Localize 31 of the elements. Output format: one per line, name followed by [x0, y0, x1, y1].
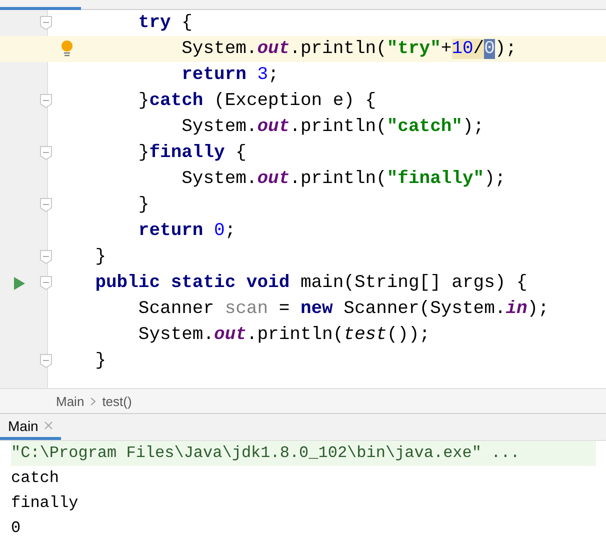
code-text: Scanner scan = new Scanner(System.in);: [137, 299, 549, 319]
fold-icon[interactable]: [40, 250, 52, 264]
console-output: finally: [11, 493, 80, 514]
code-text: }: [137, 195, 150, 215]
code-text: return 0;: [137, 221, 236, 241]
code-text: try {: [137, 13, 192, 33]
breadcrumb[interactable]: test(): [102, 394, 132, 408]
code-text: System.out.println("try"+10/0);: [180, 39, 517, 59]
code-text: return 3;: [180, 65, 279, 85]
fold-icon[interactable]: [40, 198, 52, 212]
code-text: }catch (Exception e) {: [137, 91, 376, 111]
code-text: System.out.println("catch");: [180, 117, 484, 137]
code-text: public static void main(String[] args) {: [94, 273, 528, 293]
fold-icon[interactable]: [40, 146, 52, 160]
chevron-icon: [90, 396, 96, 406]
fold-icon[interactable]: [40, 94, 52, 108]
fold-icon[interactable]: [40, 16, 52, 30]
console-output: catch: [11, 468, 60, 489]
code-text: System.out.println(test());: [137, 325, 430, 345]
code-text: }: [94, 351, 106, 371]
code-text: System.out.println("finally");: [180, 169, 506, 189]
code-text: }: [94, 247, 106, 267]
fold-icon[interactable]: [40, 276, 52, 290]
console-output: 0: [11, 518, 22, 536]
code-text: }finally {: [137, 143, 246, 163]
close-icon[interactable]: [44, 421, 54, 430]
fold-icon[interactable]: [40, 354, 52, 368]
code-editor[interactable]: [0, 10, 606, 388]
lightbulb-icon[interactable]: [61, 40, 73, 57]
breadcrumb[interactable]: Main: [56, 394, 84, 408]
run-icon[interactable]: [14, 277, 25, 290]
